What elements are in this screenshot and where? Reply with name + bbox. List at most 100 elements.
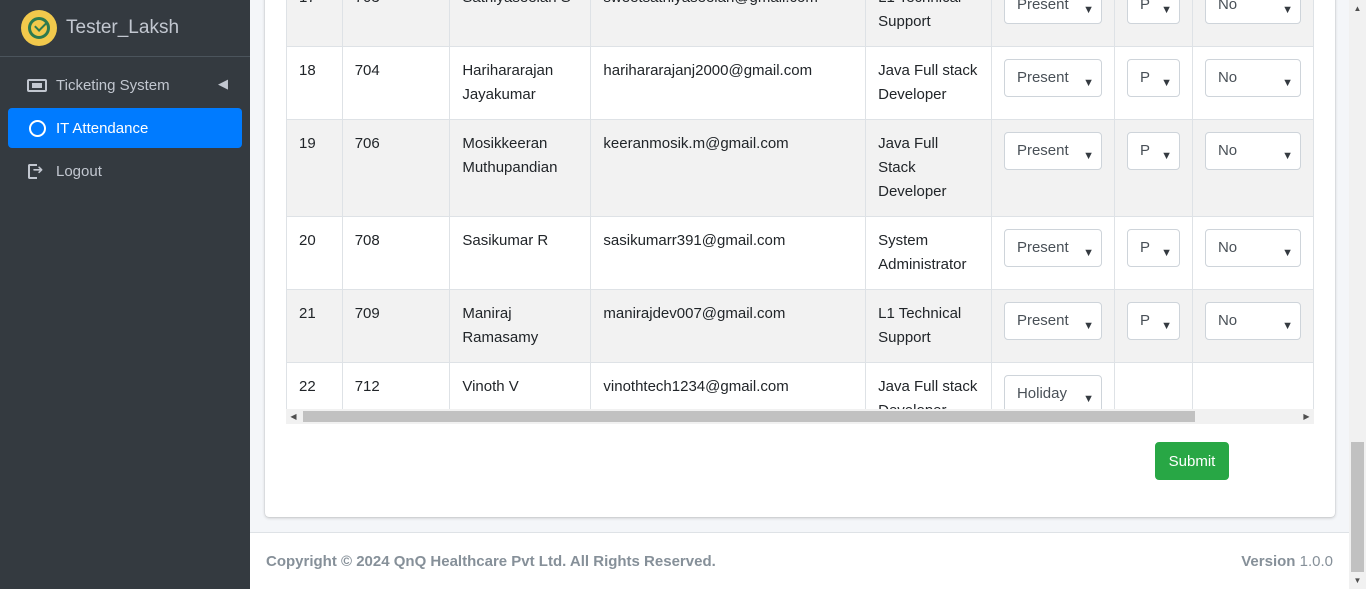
select-value: Present <box>1016 69 1069 86</box>
row-name: Maniraj Ramasamy <box>449 289 592 363</box>
status-select-cell: P ▼ <box>1113 0 1193 47</box>
status-select-cell: P ▼ <box>1113 289 1193 363</box>
chevron-down-icon: ▼ <box>1083 393 1094 405</box>
attendance-table-container[interactable]: 17703Sathiyaseelan Ssweetsathiyaseelan@g… <box>286 0 1314 420</box>
yes-no-select-cell: No ▼ <box>1191 0 1314 47</box>
attendance-card: 17703Sathiyaseelan Ssweetsathiyaseelan@g… <box>265 0 1335 517</box>
row-email: manirajdev007@gmail.com <box>590 289 867 363</box>
chevron-down-icon: ▼ <box>1282 77 1293 89</box>
select-value: No <box>1217 239 1238 256</box>
chevron-down-icon: ▼ <box>1083 150 1094 162</box>
attendance-select-cell: Present ▼ <box>990 119 1115 217</box>
status-select[interactable]: P ▼ <box>1126 132 1180 170</box>
chevron-down-icon: ▼ <box>1083 247 1094 259</box>
chevron-down-icon: ▼ <box>1083 320 1094 332</box>
attendance-select[interactable]: Present ▼ <box>1003 0 1102 24</box>
circle-icon <box>27 119 47 137</box>
scroll-left-icon[interactable]: ◀ <box>286 409 301 424</box>
select-value: Present <box>1016 0 1069 13</box>
status-select-cell: P ▼ <box>1113 46 1193 120</box>
chevron-down-icon: ▼ <box>1282 247 1293 259</box>
yes-no-select[interactable]: No ▼ <box>1204 229 1301 267</box>
yes-no-select-cell: No ▼ <box>1191 119 1314 217</box>
select-value: No <box>1217 312 1238 329</box>
sidebar-item-logout[interactable]: Logout <box>8 151 242 191</box>
row-designation: L1 Technical Support <box>865 289 992 363</box>
attendance-select[interactable]: Present ▼ <box>1003 132 1102 170</box>
row-emp-id: 704 <box>341 46 451 120</box>
submit-button[interactable]: Submit <box>1155 442 1229 480</box>
version-value: 1.0.0 <box>1299 553 1333 570</box>
row-designation: Java Full Stack Developer <box>865 119 992 217</box>
sidebar-item-label: IT Attendance <box>56 119 149 137</box>
row-designation: Java Full stack Developer <box>865 46 992 120</box>
scroll-down-icon[interactable]: ▼ <box>1349 572 1366 589</box>
status-select-cell: P ▼ <box>1113 216 1193 290</box>
chevron-down-icon: ▼ <box>1282 320 1293 332</box>
yes-no-select[interactable]: No ▼ <box>1204 302 1301 340</box>
yes-no-select[interactable]: No ▼ <box>1204 0 1301 24</box>
select-value: No <box>1217 142 1238 159</box>
version-text: Version 1.0.0 <box>1241 553 1333 570</box>
chevron-down-icon: ▼ <box>1282 4 1293 16</box>
footer: Copyright © 2024 QnQ Healthcare Pvt Ltd.… <box>250 532 1349 589</box>
select-value: Holiday <box>1016 385 1067 402</box>
attendance-select[interactable]: Holiday ▼ <box>1003 375 1102 413</box>
status-select-cell: P ▼ <box>1113 119 1193 217</box>
attendance-select[interactable]: Present ▼ <box>1003 302 1102 340</box>
version-label: Version <box>1241 553 1296 570</box>
attendance-select-cell: Present ▼ <box>990 289 1115 363</box>
scrollbar-thumb[interactable] <box>303 411 1195 422</box>
attendance-table: 17703Sathiyaseelan Ssweetsathiyaseelan@g… <box>286 0 1314 420</box>
yes-no-select-cell: No ▼ <box>1191 46 1314 120</box>
chevron-down-icon: ▼ <box>1161 150 1172 162</box>
chevron-down-icon: ▼ <box>1161 4 1172 16</box>
row-sno: 21 <box>286 289 343 363</box>
attendance-select-cell: Present ▼ <box>990 216 1115 290</box>
scroll-right-icon[interactable]: ▶ <box>1299 409 1314 424</box>
sidebar-item-it-attendance[interactable]: IT Attendance <box>8 108 242 148</box>
row-sno: 20 <box>286 216 343 290</box>
sidebar-item-label: Ticketing System <box>56 76 170 94</box>
select-value: P <box>1139 239 1150 256</box>
brand-name: Tester_Laksh <box>66 17 180 38</box>
sidebar: Tester_Laksh Ticketing System ◀ IT Atten… <box>0 0 250 589</box>
page-scrollbar[interactable]: ▲ ▼ <box>1349 0 1366 589</box>
table-row: 20 708 Sasikumar Rsasikumarr391@gmail.com S… <box>286 216 1314 290</box>
chevron-down-icon: ▼ <box>1083 77 1094 89</box>
brand-logo-icon <box>21 10 57 46</box>
row-sno: 19 <box>286 119 343 217</box>
table-row: 19 706 Mosikkeeran Muthupandian keeranmosik… <box>286 119 1314 217</box>
chevron-down-icon: ▼ <box>1161 77 1172 89</box>
table-row: 21 709 Maniraj Ramasamy manirajdev007@gmail… <box>286 289 1314 363</box>
brand[interactable]: Tester_Laksh <box>0 0 250 57</box>
horizontal-scrollbar[interactable]: ◀ ▶ <box>286 409 1314 424</box>
chevron-left-icon: ◀ <box>218 76 228 91</box>
yes-no-select[interactable]: No ▼ <box>1204 59 1301 97</box>
logout-icon <box>27 162 47 179</box>
row-emp-id: 703 <box>341 0 451 47</box>
chevron-down-icon: ▼ <box>1083 4 1094 16</box>
scroll-up-icon[interactable]: ▲ <box>1349 0 1366 17</box>
sidebar-item-label: Logout <box>56 162 102 180</box>
sidebar-item-ticketing-system[interactable]: Ticketing System ◀ <box>8 65 242 105</box>
attendance-select-cell: Present ▼ <box>990 46 1115 120</box>
select-value: Present <box>1016 142 1069 159</box>
row-email: harihararajanj2000@gmail.com <box>590 46 867 120</box>
yes-no-select-cell: No ▼ <box>1191 216 1314 290</box>
status-select[interactable]: P ▼ <box>1126 59 1180 97</box>
row-email: keeranmosik.m@gmail.com <box>590 119 867 217</box>
select-value: P <box>1139 142 1150 159</box>
page-scrollbar-thumb[interactable] <box>1351 442 1364 572</box>
status-select[interactable]: P ▼ <box>1126 0 1180 24</box>
status-select[interactable]: P ▼ <box>1126 229 1180 267</box>
attendance-select[interactable]: Present ▼ <box>1003 59 1102 97</box>
attendance-select[interactable]: Present ▼ <box>1003 229 1102 267</box>
status-select[interactable]: P ▼ <box>1126 302 1180 340</box>
chevron-down-icon: ▼ <box>1282 150 1293 162</box>
yes-no-select[interactable]: No ▼ <box>1204 132 1301 170</box>
row-name: Sasikumar R <box>449 216 592 290</box>
row-email: sasikumarr391@gmail.com <box>590 216 867 290</box>
row-sno: 17 <box>286 0 343 47</box>
select-value: Present <box>1016 239 1069 256</box>
